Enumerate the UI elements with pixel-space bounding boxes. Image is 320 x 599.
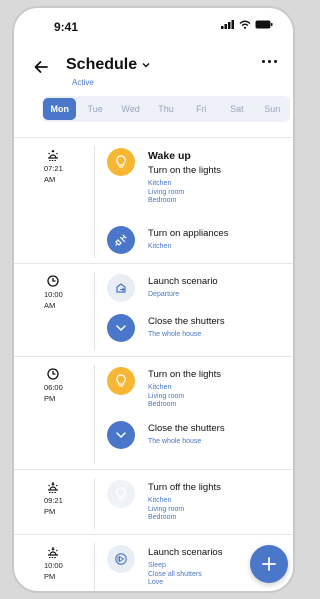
play-scenario-icon — [107, 545, 135, 573]
item-target: Close all shutters — [148, 570, 202, 578]
time-column: 09:21 PM — [44, 480, 84, 516]
item-title: Wake up — [148, 150, 191, 162]
time-column: 10:00 AM — [44, 274, 84, 310]
day-tab-thu[interactable]: Thu — [149, 98, 182, 120]
sunrise-icon — [46, 148, 60, 162]
item-target: Kitchen — [148, 497, 172, 504]
chevron-down-icon — [107, 314, 135, 342]
item-title: Turn off the lights — [148, 482, 221, 493]
plus-icon — [262, 557, 276, 571]
item-title: Launch scenario — [148, 276, 218, 287]
lightbulb-icon — [107, 367, 135, 395]
item-targets: The whole house — [148, 438, 201, 447]
item-targets: Sleep Close all shutters Love — [148, 562, 202, 588]
timeline-divider — [94, 365, 95, 464]
plug-icon — [107, 226, 135, 254]
item-targets: Departure — [148, 291, 179, 300]
item-target: The whole house — [148, 438, 202, 445]
time-label: 10:00 — [44, 290, 63, 299]
item-title: Turn on appliances — [148, 228, 229, 239]
back-arrow-icon[interactable] — [32, 58, 50, 76]
schedule-group: 09:21 PM Turn off the lights Kitchen Living … — [14, 469, 293, 534]
day-tab-mon[interactable]: Mon — [43, 98, 77, 120]
phone-frame: 9:41 Schedule Active Mon Tue Wed Thu Fri… — [12, 6, 295, 593]
item-target: Living room — [148, 392, 185, 400]
item-subtitle: Turn on the lights — [148, 165, 222, 176]
time-label: 10:00 — [44, 561, 63, 570]
item-target: Living room — [148, 188, 185, 196]
add-button[interactable] — [250, 545, 288, 583]
timeline-divider — [94, 478, 95, 529]
schedule-group: 07:21 AM Wake up Turn on the lights Kitchen L… — [14, 137, 293, 263]
day-tab-sun[interactable]: Sun — [256, 98, 289, 120]
status-icons — [221, 20, 273, 29]
clock-icon — [46, 274, 60, 288]
time-label: PM — [44, 394, 56, 403]
chevron-down-icon — [107, 421, 135, 449]
timeline-divider — [94, 272, 95, 351]
schedule-group: 10:00 AM Launch scenario Departure Close the… — [14, 263, 293, 356]
lightbulb-off-icon — [107, 480, 135, 508]
item-targets: Kitchen Living room Bedroom — [148, 180, 184, 206]
schedule-group: 06:00 PM Turn on the lights Kitchen Living r… — [14, 356, 293, 469]
clock-icon — [46, 367, 60, 381]
item-target: Bedroom — [148, 401, 177, 408]
item-targets: Kitchen — [148, 243, 171, 252]
time-column: 10:00 PM — [44, 545, 84, 581]
item-target: The whole house — [148, 331, 202, 338]
sunset-icon — [46, 545, 60, 559]
time-label: AM — [44, 301, 56, 310]
item-title: Turn on the lights — [148, 369, 222, 380]
timeline-divider — [94, 146, 95, 258]
header: Schedule Active — [14, 52, 293, 92]
time-label: 06:00 — [44, 383, 63, 392]
item-targets: Kitchen Living room Bedroom — [148, 384, 184, 410]
time-label: PM — [44, 572, 56, 581]
chevron-down-icon — [142, 63, 150, 68]
time-label: 09:21 — [44, 496, 63, 505]
timeline-divider — [94, 543, 95, 591]
status-label: Active — [72, 78, 94, 87]
sunset-icon — [46, 480, 60, 494]
item-target: Love — [148, 579, 164, 586]
battery-icon — [255, 20, 273, 29]
status-time: 9:41 — [54, 20, 79, 34]
schedule-selector[interactable]: Schedule — [66, 56, 151, 74]
day-tab-sat[interactable]: Sat — [220, 98, 253, 120]
item-target: Bedroom — [148, 514, 177, 521]
item-target: Living room — [148, 505, 185, 513]
item-target: Sleep — [148, 562, 166, 569]
time-column: 07:21 AM — [44, 148, 84, 184]
item-title: Launch scenarios — [148, 547, 223, 558]
time-label: PM — [44, 507, 56, 516]
item-title: Close the shutters — [148, 423, 225, 434]
signal-icon — [221, 20, 234, 29]
item-targets: Kitchen Living room Bedroom — [148, 497, 184, 523]
item-target: Departure — [148, 291, 180, 298]
item-title: Close the shutters — [148, 316, 225, 327]
more-options-icon[interactable] — [262, 60, 277, 63]
wifi-icon — [239, 20, 251, 29]
time-label: AM — [44, 175, 56, 184]
day-selector: Mon Tue Wed Thu Fri Sat Sun — [42, 96, 290, 122]
item-targets: The whole house — [148, 331, 201, 340]
day-tab-tue[interactable]: Tue — [78, 98, 111, 120]
day-tab-wed[interactable]: Wed — [114, 98, 147, 120]
time-label: 07:21 — [44, 164, 63, 173]
time-column: 06:00 PM — [44, 367, 84, 403]
lightbulb-icon — [107, 148, 135, 176]
status-bar: 9:41 — [14, 8, 293, 40]
item-target: Kitchen — [148, 180, 172, 187]
item-target: Bedroom — [148, 197, 177, 204]
item-target: Kitchen — [148, 384, 172, 391]
page-title: Schedule — [66, 56, 138, 73]
day-tab-fri[interactable]: Fri — [185, 98, 218, 120]
item-target: Kitchen — [148, 243, 172, 250]
scenario-icon — [107, 274, 135, 302]
